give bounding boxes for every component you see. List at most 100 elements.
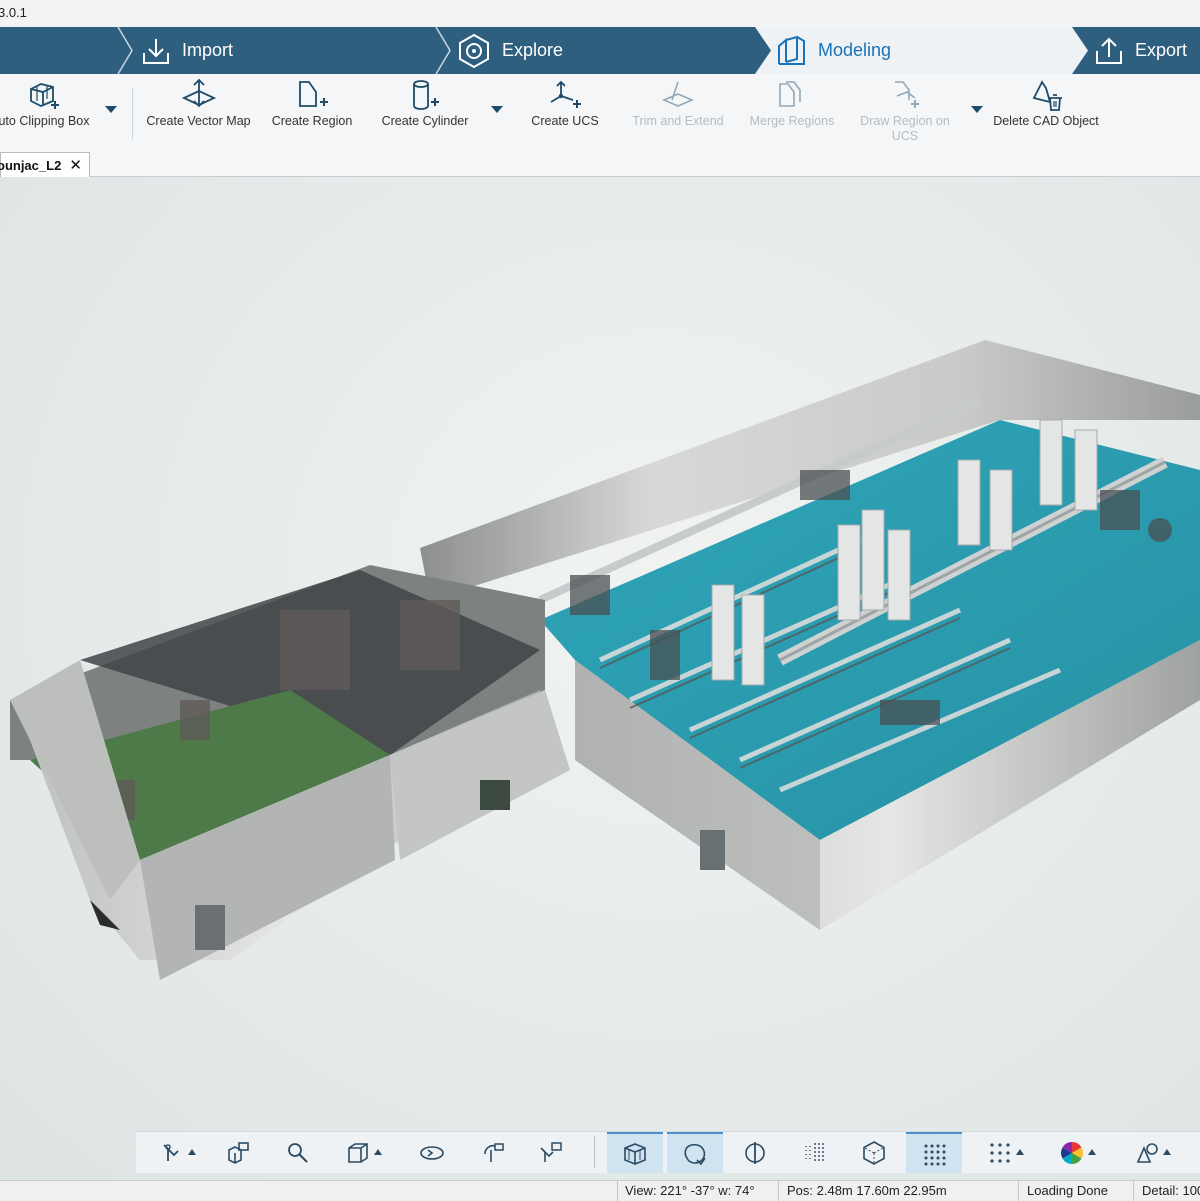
dropdown-arrow-icon <box>1016 1149 1024 1155</box>
auto-clipping-box-button[interactable]: uto Clipping Box <box>0 78 90 146</box>
create-ucs-button[interactable]: Create UCS <box>525 78 605 146</box>
title-bar: 3.0.1 <box>0 0 1200 27</box>
create-cylinder-button[interactable]: Create Cylinder <box>380 78 470 146</box>
stage-modeling[interactable]: Modeling <box>776 27 891 74</box>
section-icon <box>745 1141 765 1164</box>
stage-export[interactable]: Export <box>1093 27 1187 74</box>
dropdown-arrow-icon <box>188 1149 196 1155</box>
status-view: View: 221° -37° w: 74° <box>625 1183 755 1198</box>
dropdown-arrow-icon <box>1088 1149 1096 1155</box>
zoom-icon <box>288 1142 308 1163</box>
stage-modeling-label: Modeling <box>818 40 892 60</box>
point-cloud-toggle-button[interactable] <box>667 1132 723 1173</box>
stage-explore-label: Explore <box>502 40 564 60</box>
tool-label: Create Vector Map <box>146 114 251 128</box>
point-density-button[interactable] <box>906 1132 962 1173</box>
stage-import-label: Import <box>182 40 234 60</box>
region-dropdown-arrow[interactable] <box>971 106 983 113</box>
point-cloud-toggle-icon <box>684 1143 706 1165</box>
ribbon: uto Clipping Box Create Vector Map Creat… <box>0 74 1200 151</box>
clipping-box-view-button[interactable] <box>607 1132 663 1173</box>
clipping-box-view-icon <box>624 1142 646 1165</box>
vector-map-icon <box>181 78 216 108</box>
tool-label: Create Region <box>271 114 353 128</box>
status-bar: View: 221° -37° w: 74° Pos: 2.48m 17.60m… <box>0 1180 1200 1201</box>
fit-view-icon <box>228 1141 249 1164</box>
color-mode-button[interactable] <box>1044 1132 1100 1173</box>
dropdown-arrow-icon <box>1163 1149 1171 1155</box>
modeling-icon <box>778 35 805 65</box>
color-wheel-icon <box>1061 1141 1083 1164</box>
hexagon-volume-icon <box>863 1140 885 1165</box>
draw-region-on-ucs-button[interactable]: Draw Region on UCS <box>858 78 952 146</box>
point-cloud-model <box>10 340 1200 980</box>
dropdown-arrow-icon <box>374 1149 382 1155</box>
tool-label: Merge Regions <box>749 114 835 128</box>
select-tool-button[interactable] <box>144 1132 200 1173</box>
orbit-icon <box>420 1145 444 1160</box>
ribbon-divider <box>132 88 133 140</box>
view-toolbar <box>136 1131 1200 1173</box>
point-size-button[interactable] <box>972 1132 1028 1173</box>
3d-viewport[interactable] <box>0 177 1200 1180</box>
cylinder-dropdown-arrow[interactable] <box>491 106 503 113</box>
rotate-camera-icon <box>484 1142 504 1162</box>
point-size-icon <box>990 1142 1010 1163</box>
import-icon <box>143 38 169 64</box>
export-icon <box>1096 37 1122 64</box>
create-region-button[interactable]: Create Region <box>270 78 354 146</box>
zoom-button[interactable] <box>270 1132 326 1173</box>
tool-label: Draw Region on <box>860 114 950 128</box>
status-detail: Detail: 100 <box>1142 1183 1200 1198</box>
delete-cad-icon <box>1032 80 1062 111</box>
stage-explore[interactable]: Explore <box>456 27 563 74</box>
close-icon[interactable]: ✕ <box>69 156 82 174</box>
door <box>195 905 225 950</box>
shapes-button[interactable] <box>1119 1132 1175 1173</box>
stage-bar: Import Explore Modeling Export <box>0 27 1200 74</box>
status-divider <box>1018 1181 1019 1201</box>
delete-cad-object-button[interactable]: Delete CAD Object <box>992 78 1100 146</box>
cube-view-icon <box>348 1142 368 1163</box>
shapes-icon <box>1136 1142 1158 1163</box>
document-tab-strip: ounjac_L2 ✕ <box>0 150 1200 177</box>
tool-label-line2: UCS <box>891 129 919 143</box>
draw-region-ucs-icon <box>895 81 919 108</box>
cylinder-icon <box>413 80 439 110</box>
fit-view-button[interactable] <box>210 1132 266 1173</box>
clipping-box-icon <box>30 83 59 109</box>
point-density-icon <box>924 1144 946 1165</box>
ucs-icon <box>550 80 581 108</box>
grid-density-button[interactable] <box>787 1132 843 1173</box>
merge-regions-button[interactable]: Merge Regions <box>748 78 836 146</box>
tool-label: Trim and Extend <box>632 114 724 128</box>
tool-label: uto Clipping Box <box>0 114 90 128</box>
status-divider <box>1133 1181 1134 1201</box>
app-version: 3.0.1 <box>0 5 27 20</box>
stage-export-label: Export <box>1135 40 1188 60</box>
region-icon <box>299 81 328 107</box>
section-button[interactable] <box>727 1132 783 1173</box>
status-divider <box>617 1181 618 1201</box>
trim-extend-button[interactable]: Trim and Extend <box>630 78 726 146</box>
rotate-camera-button[interactable] <box>464 1132 520 1173</box>
status-position: Pos: 2.48m 17.60m 22.95m <box>787 1183 947 1198</box>
select-tool-icon <box>163 1143 179 1161</box>
walk-camera-icon <box>540 1141 562 1162</box>
tool-label: Delete CAD Object <box>993 114 1099 128</box>
tool-label: Create UCS <box>531 114 599 128</box>
toolbar-divider <box>594 1136 595 1168</box>
status-divider <box>778 1181 779 1201</box>
hexagon-volume-button[interactable] <box>846 1132 902 1173</box>
merge-regions-icon <box>779 81 801 107</box>
cube-view-button[interactable] <box>330 1132 386 1173</box>
grid-density-icon <box>805 1142 824 1163</box>
walk-camera-button[interactable] <box>522 1132 578 1173</box>
orbit-button[interactable] <box>404 1132 460 1173</box>
clipping-dropdown-arrow[interactable] <box>105 106 117 113</box>
status-loading: Loading Done <box>1027 1183 1108 1198</box>
document-tab[interactable]: ounjac_L2 ✕ <box>0 152 90 177</box>
create-vector-map-button[interactable]: Create Vector Map <box>146 78 251 146</box>
stage-import[interactable]: Import <box>140 27 233 74</box>
explore-icon <box>459 33 489 68</box>
